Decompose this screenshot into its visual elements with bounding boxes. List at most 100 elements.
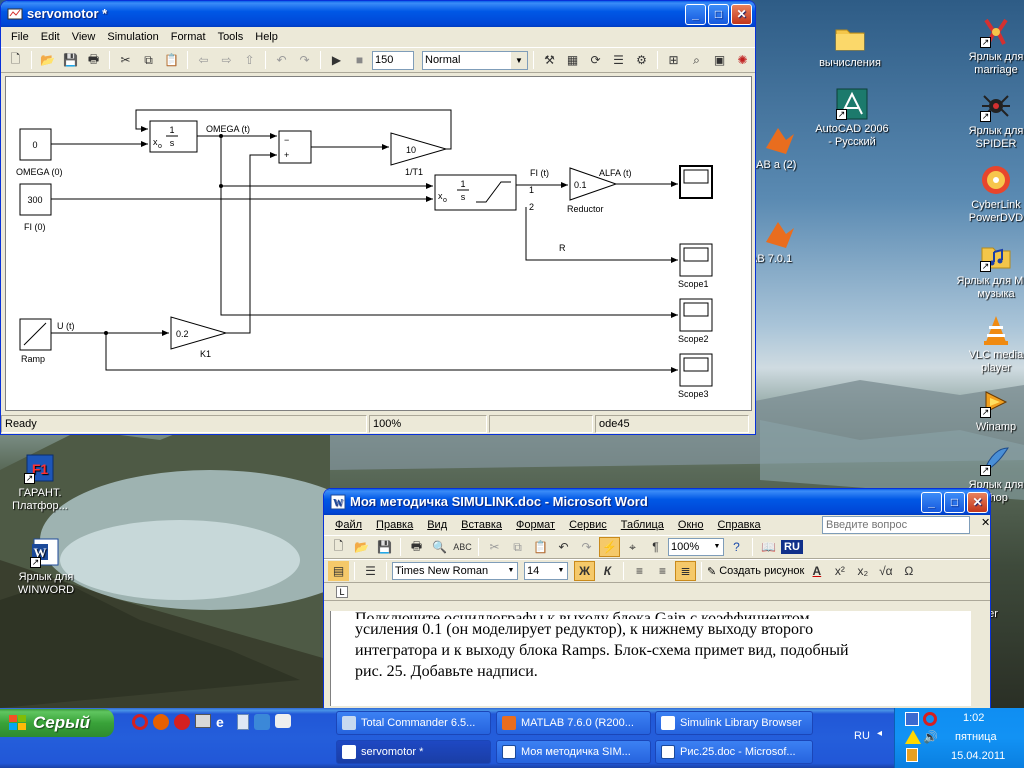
- task-word-methodichka[interactable]: Моя методичка SIM...: [496, 740, 651, 764]
- scope2-block[interactable]: [679, 298, 713, 332]
- update-diagram-icon[interactable]: ▦: [562, 50, 583, 70]
- menu-help[interactable]: Help: [249, 31, 284, 43]
- task-simulink-library[interactable]: Simulink Library Browser: [655, 711, 813, 735]
- ramp-block[interactable]: [19, 318, 52, 351]
- word-titlebar[interactable]: W Моя методичка SIMULINK.doc - Microsoft…: [324, 489, 990, 515]
- close-button[interactable]: ✕: [967, 492, 988, 513]
- menu-help[interactable]: Справка: [710, 519, 767, 531]
- subscript-icon[interactable]: x₂: [852, 561, 873, 581]
- zoom-select[interactable]: 100% ▼: [668, 538, 724, 556]
- print-icon[interactable]: 🖶: [83, 50, 104, 70]
- ask-question-input[interactable]: [822, 516, 970, 534]
- desk-icon-marriage[interactable]: ↗ Ярлык для marriage: [956, 16, 1024, 77]
- tab-stop-icon[interactable]: L: [336, 586, 348, 598]
- chevron-down-icon[interactable]: ▼: [505, 563, 517, 579]
- redo-icon[interactable]: ↷: [576, 537, 597, 557]
- model-browser-icon[interactable]: ☰: [608, 50, 629, 70]
- copy-icon[interactable]: ⧉: [138, 50, 159, 70]
- menu-service[interactable]: Сервис: [562, 519, 614, 531]
- document-text[interactable]: Подключите осциллографы к выходу блока G…: [355, 611, 971, 682]
- gain-t1-block[interactable]: [390, 132, 448, 166]
- open-icon[interactable]: 📂: [37, 50, 58, 70]
- minimize-button[interactable]: _: [921, 492, 942, 513]
- menu-file[interactable]: File: [5, 31, 35, 43]
- undo-icon[interactable]: ↶: [553, 537, 574, 557]
- chevron-down-icon[interactable]: ▼: [555, 563, 567, 579]
- build-icon[interactable]: ⚒: [539, 50, 560, 70]
- maximize-button[interactable]: □: [944, 492, 965, 513]
- menu-edit[interactable]: Edit: [35, 31, 66, 43]
- scope3-block[interactable]: [679, 353, 713, 387]
- desk-icon-spider[interactable]: ↗ Ярлык для SPIDER: [956, 90, 1024, 151]
- desk-icon-my-music[interactable]: ↗ Ярлык для Моя музыка: [956, 240, 1024, 301]
- language-bar[interactable]: RU: [854, 730, 870, 742]
- insert-hyperlink-icon[interactable]: ⚡: [599, 537, 620, 557]
- simulink-window[interactable]: servomotor * _ □ ✕ File Edit View Simula…: [0, 0, 756, 435]
- desk-icon-powerdvd[interactable]: CyberLink PowerDVD: [956, 164, 1024, 225]
- alfa-scope-block[interactable]: [679, 165, 713, 199]
- battery-icon[interactable]: [906, 748, 918, 762]
- print-icon[interactable]: 🖶: [406, 537, 427, 557]
- copy-icon[interactable]: ⧉: [507, 537, 528, 557]
- internet-explorer-icon[interactable]: e: [216, 714, 232, 730]
- stop-time-input[interactable]: [372, 50, 414, 70]
- help-icon[interactable]: ?: [726, 537, 747, 557]
- debug-icon[interactable]: ⌕: [686, 50, 707, 70]
- antivirus-icon[interactable]: [923, 712, 937, 726]
- simulation-mode-select[interactable]: Normal ▼: [422, 50, 528, 70]
- align-center-icon[interactable]: ≡: [652, 561, 673, 581]
- opera-icon[interactable]: [132, 714, 148, 730]
- menu-view[interactable]: View: [66, 31, 102, 43]
- menu-simulation[interactable]: Simulation: [101, 31, 164, 43]
- forward-arrow-icon[interactable]: ⇨: [216, 50, 237, 70]
- explorer-icon[interactable]: [254, 714, 270, 730]
- menu-format[interactable]: Формат: [509, 519, 562, 531]
- task-servomotor[interactable]: servomotor *: [336, 740, 491, 764]
- task-matlab[interactable]: MATLAB 7.6.0 (R200...: [496, 711, 651, 735]
- new-document-icon[interactable]: 🗋: [328, 537, 349, 557]
- model-explorer-icon[interactable]: ▣: [709, 50, 730, 70]
- minimize-button[interactable]: _: [685, 4, 706, 25]
- task-word-ris25[interactable]: Рис.25.doc - Microsof...: [655, 740, 813, 764]
- equation-icon[interactable]: √α: [875, 561, 896, 581]
- back-arrow-icon[interactable]: ⇦: [193, 50, 214, 70]
- language-indicator[interactable]: RU: [781, 540, 803, 554]
- italic-button[interactable]: К: [597, 561, 618, 581]
- show-formatting-icon[interactable]: ¶: [645, 537, 666, 557]
- save-icon[interactable]: 💾: [374, 537, 395, 557]
- warning-icon[interactable]: [905, 730, 921, 744]
- open-icon[interactable]: 📂: [351, 537, 372, 557]
- reading-mode-icon[interactable]: 📖: [758, 537, 779, 557]
- simulink-titlebar[interactable]: servomotor * _ □ ✕: [1, 1, 755, 27]
- styles-pane-icon[interactable]: ☰: [360, 561, 381, 581]
- superscript-icon[interactable]: x²: [829, 561, 850, 581]
- stop-simulation-icon[interactable]: ■: [349, 50, 370, 70]
- refresh-icon[interactable]: ⟳: [585, 50, 606, 70]
- opera-icon[interactable]: [174, 714, 190, 730]
- drawing-icon[interactable]: ⌖: [622, 537, 643, 557]
- cut-icon[interactable]: ✂: [484, 537, 505, 557]
- chevron-down-icon[interactable]: ▼: [511, 51, 527, 69]
- font-color-icon[interactable]: A: [806, 561, 827, 581]
- show-desktop-icon[interactable]: [195, 714, 211, 728]
- redo-icon[interactable]: ↷: [294, 50, 315, 70]
- volume-icon[interactable]: 🔊: [923, 730, 938, 744]
- simulink-diagram-canvas[interactable]: 0 OMEGA (0) 300 FI (0) Ramp x o 1 s − + …: [5, 76, 752, 411]
- word-document-page[interactable]: Подключите осциллографы к выходу блока G…: [330, 611, 971, 706]
- start-button[interactable]: Серый: [0, 709, 114, 737]
- messenger-icon[interactable]: [275, 714, 291, 728]
- styles-icon[interactable]: ▤: [328, 561, 349, 581]
- paste-icon[interactable]: 📋: [530, 537, 551, 557]
- desk-icon-folder-vychisleniya[interactable]: вычисления: [810, 22, 890, 70]
- menu-tools[interactable]: Tools: [212, 31, 250, 43]
- save-icon[interactable]: 💾: [60, 50, 81, 70]
- desk-icon-winword[interactable]: W ↗ Ярлык для WINWORD: [6, 536, 86, 597]
- task-total-commander[interactable]: Total Commander 6.5...: [336, 711, 491, 735]
- notepad-icon[interactable]: [237, 714, 249, 730]
- font-select[interactable]: Times New Roman ▼: [392, 562, 518, 580]
- desk-icon-autocad[interactable]: ↗ AutoCAD 2006 - Русский: [812, 88, 892, 149]
- desk-icon-winamp[interactable]: ↗ Winamp: [956, 386, 1024, 434]
- print-preview-icon[interactable]: 🔍: [429, 537, 450, 557]
- paste-icon[interactable]: 📋: [161, 50, 182, 70]
- bold-button[interactable]: Ж: [574, 561, 595, 581]
